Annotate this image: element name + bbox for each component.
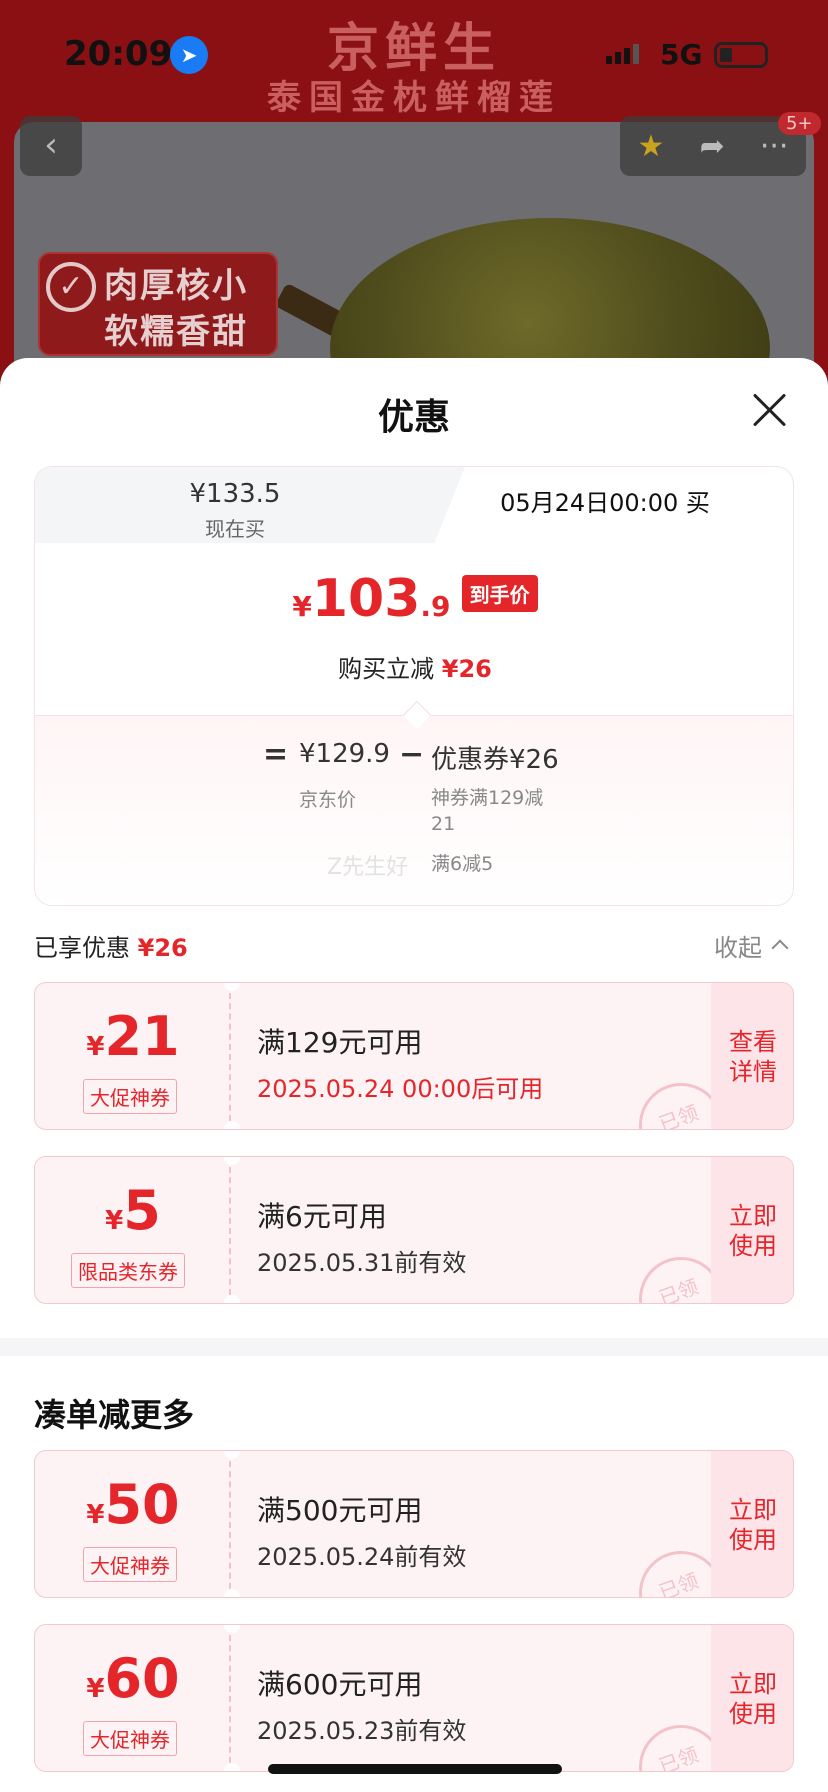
coupon-type: 大促神券 [83,1547,177,1582]
coupon-amount: ¥50 [35,1473,231,1536]
close-icon[interactable] [752,392,788,428]
coupon-notch [224,1589,240,1597]
watermark: Z先生好 [327,855,409,880]
discount-sheet: 优惠 ¥133.5 现在买 05月24日00:00 买 ¥103.9 到手价 购… [0,358,828,1792]
coupon-notch [224,1295,240,1303]
location-arrow-icon: ➤ [170,36,208,74]
coupon-validity: 2025.05.23前有效 [257,1717,467,1745]
share-icon[interactable]: ➦ [700,129,725,164]
instant-reduction: 购买立减 ¥26 [35,649,793,684]
jd-price-label: 京东价 [299,789,357,811]
final-price-yen: ¥ [292,590,312,623]
tab-buy-later[interactable]: 05月24日00:00 买 [435,483,775,518]
coupon-notch [224,1121,240,1129]
coupon-condition: 满129元可用 [257,1026,423,1059]
coupon-total: 优惠券¥26 [431,745,559,775]
coupon-card: ¥5 限品类东券 满6元可用 2025.05.31前有效 已领 立即 使用 [34,1156,794,1304]
tab-now-label: 现在买 [205,517,265,541]
enjoyed-label: 已享优惠 [34,934,130,962]
coupon-validity: 2025.05.24前有效 [257,1543,467,1571]
enjoyed-discount: 已享优惠 ¥26 [34,928,188,963]
reduction-label: 购买立减 [338,655,435,683]
collapse-label: 收起 [714,934,762,962]
cart-badge: 5+ [778,112,821,135]
coupon-type: 大促神券 [83,1079,177,1114]
enjoyed-amount: ¥26 [137,934,188,962]
coupon-amount: ¥60 [35,1647,231,1710]
back-arrow-icon[interactable]: ‹ [20,116,82,176]
coupon-yen: ¥ [86,1674,105,1704]
coupon-value: 60 [104,1647,180,1710]
equals-sign: = [263,737,289,772]
coupon-card: ¥60 大促神券 满600元可用 2025.05.23前有效 已领 立即 使用 [34,1624,794,1772]
chevron-up-icon [771,939,789,957]
coupon-detail-1: 神券满129减21 [431,787,544,835]
section-divider [0,1338,828,1356]
status-bar: 20:09 ➤ 5G [0,0,828,104]
coupon-condition: 满6元可用 [257,1200,387,1233]
coupon-card: ¥21 大促神券 满129元可用 2025.05.24 00:00后可用 已领 … [34,982,794,1130]
more-discounts-title: 凑单减更多 [34,1396,195,1434]
coupon-action-button[interactable]: 立即 使用 [711,1451,793,1597]
coupon-type: 限品类东券 [71,1253,185,1288]
price-card: ¥133.5 现在买 05月24日00:00 买 ¥103.9 到手价 购买立减… [34,466,794,906]
jd-price: ¥129.9 [299,739,390,769]
coupon-yen: ¥ [105,1206,124,1236]
coupon-notch [224,1763,240,1771]
tab-buy-now[interactable]: ¥133.5 现在买 [35,467,435,543]
minus-sign: − [399,737,425,772]
network-label: 5G [660,38,703,71]
home-indicator[interactable] [268,1764,562,1774]
coupon-yen: ¥ [86,1500,105,1530]
reduction-amount: ¥26 [441,655,492,683]
star-icon[interactable]: ★ [638,129,665,164]
coupon-action-button[interactable]: 立即 使用 [711,1625,793,1771]
battery-icon [714,42,768,68]
sheet-title: 优惠 [377,397,450,438]
tab-now-price: ¥133.5 [189,479,281,509]
coupon-validity: 2025.05.31前有效 [257,1249,467,1277]
coupon-type: 大促神券 [83,1721,177,1756]
feature-tag-line2: 软糯香甜 [104,312,248,352]
signal-icon [606,44,639,64]
feature-tag-line1: 肉厚核小 [104,266,248,306]
coupon-value: 5 [123,1179,161,1242]
final-price: ¥103.9 到手价 [35,569,793,629]
collapse-button[interactable]: 收起 [714,928,789,963]
coupon-amount: ¥5 [35,1179,231,1242]
coupon-action-button[interactable]: 立即 使用 [711,1157,793,1303]
coupon-condition: 满600元可用 [257,1668,423,1701]
coupon-value: 50 [104,1473,180,1536]
coupon-validity: 2025.05.24 00:00后可用 [257,1075,544,1103]
coupon-yen: ¥ [86,1032,105,1062]
coupon-card: ¥50 大促神券 满500元可用 2025.05.24前有效 已领 立即 使用 [34,1450,794,1598]
status-time: 20:09 [64,34,173,74]
coupon-value: 21 [104,1005,180,1068]
coupon-detail-2: 满6减5 [431,853,494,875]
final-price-tag: 到手价 [461,575,538,612]
final-price-decimal: .9 [420,590,451,623]
check-circle-icon: ✓ [46,262,96,312]
final-price-integer: 103 [311,569,421,629]
coupon-condition: 满500元可用 [257,1494,423,1527]
coupon-amount: ¥21 [35,1005,231,1068]
coupon-action-button[interactable]: 查看 详情 [711,983,793,1129]
